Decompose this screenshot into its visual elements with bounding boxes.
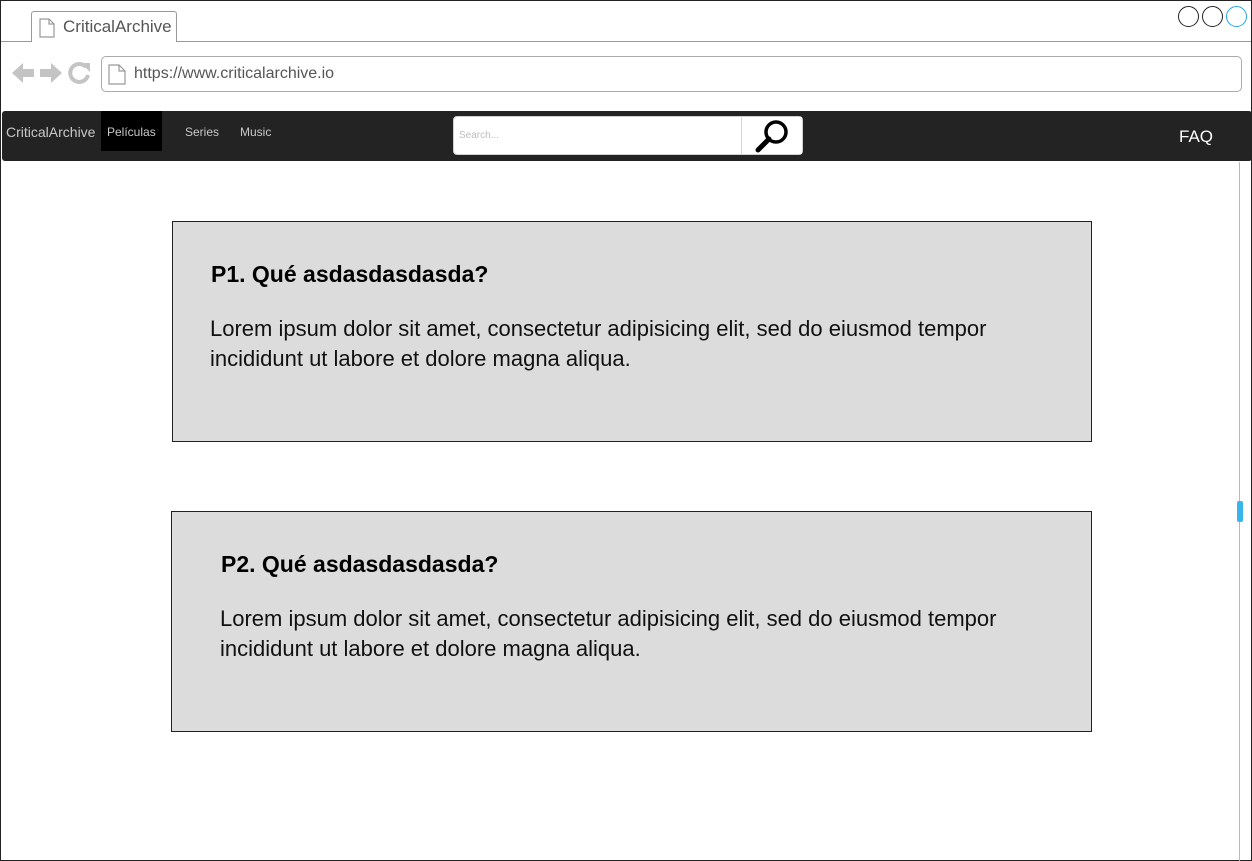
nav-item-faq[interactable]: FAQ xyxy=(1179,127,1213,147)
maximize-button[interactable] xyxy=(1202,6,1223,27)
reload-icon[interactable] xyxy=(67,61,91,90)
brand-link[interactable]: CriticalArchive xyxy=(6,124,95,140)
search-icon xyxy=(755,119,791,158)
faq-card: P1. Qué asdasdasdasda? Lorem ipsum dolor… xyxy=(172,221,1092,442)
faq-answer: Lorem ipsum dolor sit amet, consectetur … xyxy=(210,316,987,371)
page-icon xyxy=(39,18,55,43)
address-bar[interactable]: https://www.criticalarchive.io xyxy=(101,56,1242,92)
browser-window: CriticalArchive https://www.criticalarch… xyxy=(0,0,1252,861)
address-row: https://www.criticalarchive.io xyxy=(1,43,1251,109)
forward-arrow-icon[interactable] xyxy=(39,62,63,89)
window-controls xyxy=(1178,6,1247,27)
close-button[interactable] xyxy=(1226,6,1247,27)
faq-question: P1. Qué asdasdasdasda? xyxy=(211,261,489,287)
browser-tab[interactable]: CriticalArchive xyxy=(31,11,177,42)
search-input[interactable] xyxy=(454,117,741,154)
nav-item-peliculas[interactable]: Películas xyxy=(101,111,162,151)
url-text: https://www.criticalarchive.io xyxy=(134,65,335,82)
back-arrow-icon[interactable] xyxy=(11,62,35,89)
faq-question: P2. Qué asdasdasdasda? xyxy=(221,551,499,577)
page-icon xyxy=(108,64,126,90)
minimize-button[interactable] xyxy=(1178,6,1199,27)
search-button[interactable] xyxy=(741,117,802,154)
tab-title: CriticalArchive xyxy=(63,17,172,36)
faq-card: P2. Qué asdasdasdasda? Lorem ipsum dolor… xyxy=(171,511,1092,732)
nav-item-music[interactable]: Music xyxy=(240,111,271,151)
site-navbar: CriticalArchive Películas Series Music F… xyxy=(2,111,1252,161)
browser-nav-buttons xyxy=(11,61,91,90)
faq-answer: Lorem ipsum dolor sit amet, consectetur … xyxy=(220,606,997,661)
scrollbar-thumb[interactable] xyxy=(1237,501,1243,522)
tab-bar: CriticalArchive xyxy=(1,1,1251,42)
search-box xyxy=(453,116,803,155)
nav-item-series[interactable]: Series xyxy=(185,111,219,151)
